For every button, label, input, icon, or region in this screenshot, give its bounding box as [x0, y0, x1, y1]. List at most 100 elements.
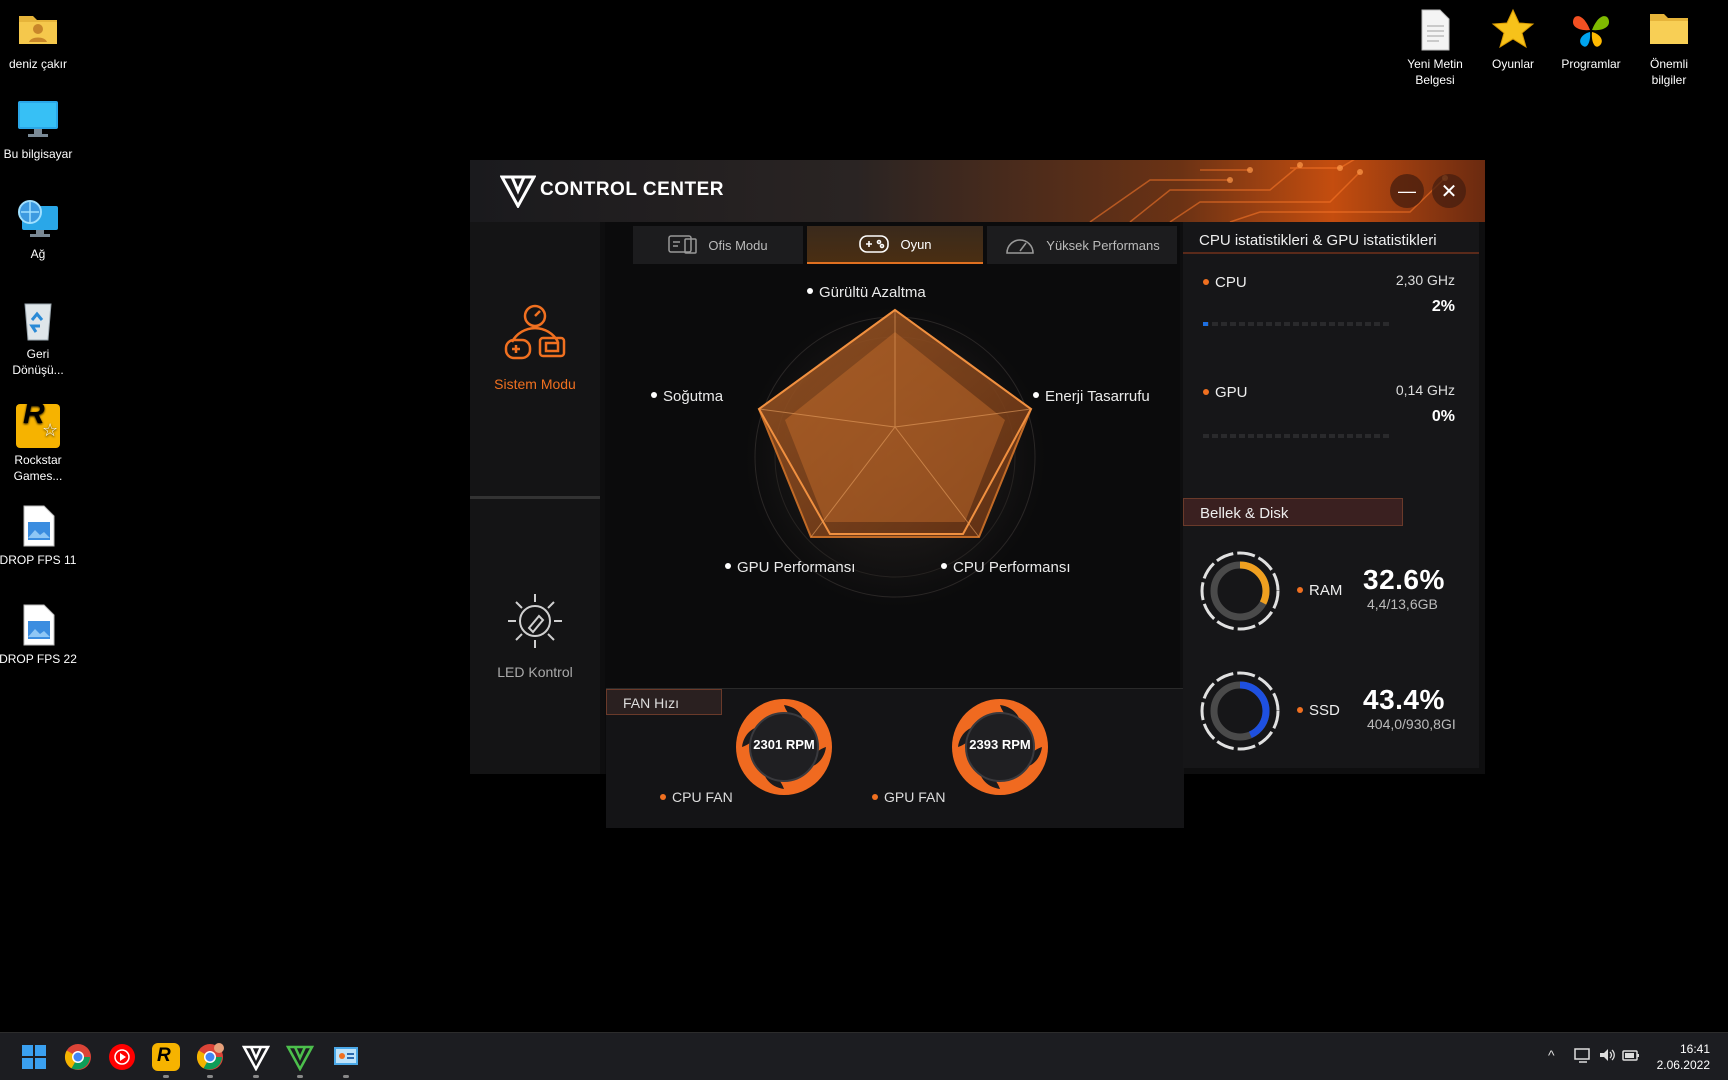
tab-label: Yüksek Performans — [1046, 237, 1160, 253]
rockstar-icon: R ☆ — [16, 399, 60, 448]
volume-icon[interactable] — [1598, 1047, 1616, 1066]
led-control-icon — [502, 588, 568, 654]
desktop-icon-user[interactable]: deniz çakır — [0, 8, 80, 72]
cpu-stat-label: CPU — [1203, 274, 1247, 291]
chrome-profile-icon[interactable] — [196, 1043, 224, 1071]
sidebar-item-system-mode[interactable]: Sistem Modu — [470, 302, 600, 392]
folder-icon — [1647, 8, 1691, 52]
control-center-window: CONTROL CENTER — ✕ Sistem Modu LED Kontr… — [470, 160, 1485, 828]
stats-panel: CPU istatistikleri & GPU istatistikleri … — [1183, 222, 1479, 768]
desktop-icon-label: Rockstar Games... — [13, 453, 63, 483]
cpu-usage: 2% — [1431, 298, 1455, 315]
desktop-icon-new-text-document[interactable]: Yeni Metin Belgesi — [1393, 8, 1477, 88]
gpu-fan-gauge: 2393 RPM — [950, 697, 1050, 797]
performance-radar-chart — [745, 307, 1045, 607]
desktop-icon-this-pc[interactable]: Bu bilgisayar — [0, 98, 80, 162]
msn-butterfly-icon — [1569, 8, 1613, 52]
control-center-logo-icon — [499, 174, 537, 213]
desktop-icon-label: Yeni Metin Belgesi — [1407, 57, 1463, 87]
desktop-icon-games[interactable]: Oyunlar — [1471, 8, 1555, 72]
windows-start-icon[interactable] — [20, 1043, 48, 1071]
gpu-fan-rpm: 2393 RPM — [969, 737, 1031, 752]
radar-label-energy-saving: Enerji Tasarrufu — [1033, 388, 1150, 405]
desktop-icon-label: DROP FPS 22 — [0, 652, 77, 666]
radar-label-cooling: Soğutma — [651, 388, 723, 405]
desktop-icon-important-info[interactable]: Önemli bilgiler — [1627, 8, 1711, 88]
v-app-icon[interactable] — [285, 1043, 315, 1072]
desktop-icon-label: Oyunlar — [1491, 57, 1535, 71]
ram-percent: 32.6% — [1363, 564, 1445, 595]
tab-office-mode[interactable]: Ofis Modu — [633, 226, 803, 264]
desktop-icon-label: Programlar — [1561, 57, 1621, 71]
control-panel-icon[interactable] — [332, 1043, 360, 1071]
tab-label: Oyun — [900, 236, 932, 252]
tab-label: Ofis Modu — [708, 237, 768, 253]
title-bar[interactable]: CONTROL CENTER — ✕ — [470, 160, 1485, 222]
youtube-music-icon[interactable] — [108, 1043, 136, 1071]
ssd-detail: 404,0/930,8GI — [1367, 716, 1456, 732]
ram-label: RAM — [1297, 582, 1342, 599]
office-mode-icon — [668, 235, 698, 254]
gpu-usage: 0% — [1431, 408, 1455, 425]
desktop-icon-rockstar[interactable]: R ☆ Rockstar Games... — [0, 399, 80, 484]
recycle-bin-icon — [16, 298, 60, 342]
desktop-icon-network[interactable]: Ağ — [0, 198, 80, 262]
star-icon — [1491, 8, 1535, 52]
tab-high-performance[interactable]: Yüksek Performans — [987, 226, 1177, 264]
rockstar-icon[interactable]: R — [152, 1043, 180, 1071]
fan-speed-header: FAN Hızı — [606, 689, 722, 715]
window-title: CONTROL CENTER — [540, 179, 724, 200]
battery-icon[interactable] — [1622, 1047, 1640, 1066]
image-file-icon — [16, 603, 60, 647]
minimize-icon: — — [1398, 180, 1416, 201]
gpu-frequency: 0,14 GHz — [1395, 382, 1455, 398]
system-clock[interactable]: 16:41 2.06.2022 — [1657, 1041, 1710, 1073]
sidebar-item-led-control[interactable]: LED Kontrol — [470, 588, 600, 680]
chevron-up-icon[interactable]: ^ — [1548, 1047, 1555, 1063]
desktop-icon-label: deniz çakır — [8, 57, 68, 71]
desktop-icon-label: DROP FPS 11 — [0, 553, 77, 567]
chrome-icon[interactable] — [64, 1043, 92, 1071]
tab-game-mode[interactable]: Oyun — [807, 226, 983, 264]
minimize-button[interactable]: — — [1390, 174, 1424, 208]
clock-time: 16:41 — [1679, 1042, 1710, 1056]
text-document-icon — [1413, 8, 1457, 52]
desktop-icon-label: Bu bilgisayar — [3, 147, 73, 161]
desktop-icon-label: Ağ — [30, 247, 46, 261]
monitor-icon — [16, 98, 60, 142]
desktop-icon-recycle-bin[interactable]: Geri Dönüşü... — [0, 298, 80, 378]
radar-label-gpu-performance: GPU Performansı — [725, 559, 855, 576]
close-button[interactable]: ✕ — [1432, 174, 1466, 208]
radar-label-noise-reduction: Gürültü Azaltma — [807, 284, 926, 301]
gpu-usage-bar-track — [1203, 434, 1389, 438]
user-folder-icon — [16, 8, 60, 52]
desktop-icon-label: Geri Dönüşü... — [12, 347, 64, 377]
taskbar: R ^ 16:41 2.06.2022 — [0, 1032, 1728, 1080]
cpu-fan-rpm: 2301 RPM — [753, 737, 815, 752]
cpu-fan-gauge: 2301 RPM — [734, 697, 834, 797]
sidebar-item-label: LED Kontrol — [497, 664, 573, 680]
cpu-usage-bar-fill — [1203, 322, 1208, 326]
desktop: deniz çakır Bu bilgisayar Ağ Geri Dönüşü… — [0, 0, 1728, 1032]
ssd-ring-gauge — [1199, 670, 1281, 752]
desktop-icon-label: Önemli bilgiler — [1649, 57, 1688, 87]
sidebar-divider — [470, 496, 600, 499]
desktop-icon-drop-fps-11[interactable]: DROP FPS 11 — [0, 504, 80, 568]
cpu-frequency: 2,30 GHz — [1395, 272, 1455, 288]
running-indicator — [207, 1075, 213, 1078]
radar-label-cpu-performance: CPU Performansı — [941, 559, 1071, 576]
network-tray-icon[interactable] — [1574, 1047, 1592, 1066]
system-mode-icon — [502, 302, 568, 368]
clock-date: 2.06.2022 — [1656, 1058, 1710, 1072]
sidebar: Sistem Modu LED Kontrol — [470, 222, 600, 774]
gamepad-icon — [859, 235, 890, 253]
control-center-icon[interactable] — [241, 1043, 271, 1072]
ram-detail: 4,4/13,6GB — [1367, 596, 1438, 612]
speedometer-icon — [1006, 239, 1035, 254]
desktop-icon-drop-fps-22[interactable]: DROP FPS 22 — [0, 603, 80, 667]
cpu-gpu-stats-header: CPU istatistikleri & GPU istatistikleri — [1183, 226, 1479, 254]
running-indicator — [297, 1075, 303, 1078]
desktop-icon-programs[interactable]: Programlar — [1549, 8, 1633, 72]
ssd-label: SSD — [1297, 702, 1340, 719]
system-mode-panel: Ofis Modu Oyun Yüksek Performans Gürültü… — [605, 222, 1184, 828]
